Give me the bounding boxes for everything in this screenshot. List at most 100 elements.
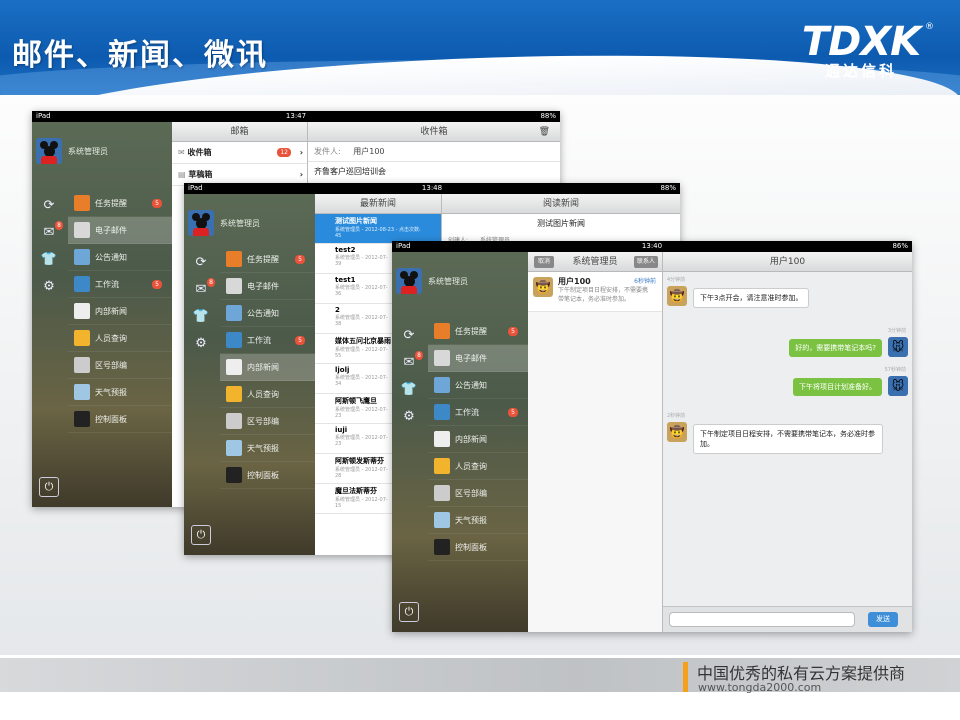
gear-icon[interactable]: ⚙ <box>184 330 218 357</box>
control-panel-icon <box>226 467 242 483</box>
sender-avatar-icon: 🤠 <box>667 422 687 442</box>
menu-item-label: 控制面板 <box>95 414 127 424</box>
battery-level: 86% <box>892 242 908 250</box>
module-menu: 任务提醒 5 电子邮件公告通知 工作流 5 内部新闻 人员查询区号部编天气预报 控制面板 <box>428 318 528 561</box>
menu-item[interactable]: 天气预报 <box>220 435 315 462</box>
menu-item-label: 区号部编 <box>455 488 487 498</box>
menu-item[interactable]: 人员查询 <box>428 453 528 480</box>
menu-item[interactable]: 任务提醒 5 <box>68 190 172 217</box>
menu-item-label: 内部新闻 <box>95 306 127 316</box>
menu-item[interactable]: 人员查询 <box>220 381 315 408</box>
user-header[interactable]: 系统管理员 <box>36 136 108 166</box>
send-button[interactable]: 发送 <box>868 612 898 627</box>
status-bar: iPad 13:40 86% <box>392 241 912 252</box>
status-time: 13:40 <box>641 242 663 250</box>
sidebar-tool-icons: ⟳ ✉ 8 👕 ⚙ <box>392 322 426 430</box>
menu-item-label: 公告通知 <box>95 252 127 262</box>
conversation-time: 6秒钟前 <box>634 278 656 285</box>
menu-item[interactable]: 电子邮件 <box>68 217 172 244</box>
sender-value: 用户100 <box>353 147 385 156</box>
message-time: 57秒钟前 <box>884 367 906 373</box>
module-menu: 任务提醒 5 电子邮件公告通知工作流 5 内部新闻 人员查询 区号部编 天气预报控制面板 <box>220 246 315 489</box>
menu-item-label: 公告通知 <box>247 308 279 318</box>
menu-item[interactable]: 内部新闻 <box>428 426 528 453</box>
news-item[interactable]: 测试图片新闻 系统管理员 - 2012-08-23 - 点击次数: 45 <box>315 214 441 244</box>
user-name: 系统管理员 <box>68 146 108 156</box>
back-button[interactable]: 取消 <box>534 256 555 268</box>
menu-item[interactable]: 区号部编 <box>428 480 528 507</box>
menu-item-label: 电子邮件 <box>95 225 127 235</box>
phone-book-icon <box>74 357 90 373</box>
message-bubble: 下午将项目计划准备好。 <box>793 378 882 396</box>
conversation-list-title: 系统管理员 <box>572 257 618 267</box>
folder-inbox[interactable]: ✉ 收件箱 12 › <box>172 142 307 164</box>
menu-item[interactable]: 电子邮件 <box>428 345 528 372</box>
news-title: 测试图片新闻 <box>335 217 377 225</box>
gear-icon[interactable]: ⚙ <box>392 403 426 430</box>
shirt-icon[interactable]: 👕 <box>392 376 426 403</box>
sidebar-tool-icons: ⟳ ✉ 8 👕 ⚙ <box>32 192 66 300</box>
menu-item[interactable]: 区号部编 <box>68 352 172 379</box>
chat-message: 3分钟前 🐭 好的，需要携带笔记本吗? <box>663 327 912 367</box>
shirt-icon[interactable]: 👕 <box>32 246 66 273</box>
menu-item[interactable]: 任务提醒 5 <box>220 246 315 273</box>
menu-item[interactable]: 工作流 5 <box>68 271 172 298</box>
menu-item[interactable]: 电子邮件 <box>220 273 315 300</box>
menu-item[interactable]: 公告通知 <box>68 244 172 271</box>
menu-item[interactable]: 工作流 5 <box>220 327 315 354</box>
ipad-chat-screen: iPad 13:40 86% 系统管理员 ⟳ ✉ 8 👕 ⚙ 任务提醒 5 电子邮件公… <box>392 241 912 632</box>
company-logo: TDXK ® 通达信科 <box>796 19 934 80</box>
refresh-icon[interactable]: ⟳ <box>32 192 66 219</box>
menu-item[interactable]: 天气预报 <box>428 507 528 534</box>
menu-item[interactable]: 内部新闻 <box>220 354 315 381</box>
menu-item[interactable]: 工作流 5 <box>428 399 528 426</box>
add-contact-button[interactable]: 联系人 <box>633 256 658 268</box>
user-header[interactable]: 系统管理员 <box>188 208 260 238</box>
read-news-title: 阅读新闻 <box>442 194 680 214</box>
logo-mark: TDXK <box>801 19 921 65</box>
inbox-title-text: 收件箱 <box>420 127 448 137</box>
chat-icon[interactable]: ✉ 8 <box>184 276 218 303</box>
menu-item-label: 电子邮件 <box>455 353 487 363</box>
power-button[interactable]: ⏻ <box>399 602 419 622</box>
news-list-title: 最新新闻 <box>315 194 441 214</box>
weather-icon <box>226 440 242 456</box>
user-avatar-icon: 🤠 <box>533 277 553 297</box>
menu-item-badge: 5 <box>152 280 162 289</box>
trash-icon[interactable]: 🗑 <box>539 122 550 142</box>
menu-item[interactable]: 区号部编 <box>220 408 315 435</box>
chat-message: 57秒钟前 🐭 下午将项目计划准备好。 <box>663 366 912 406</box>
footer-accent <box>683 662 688 692</box>
user-header[interactable]: 系统管理员 <box>396 266 468 296</box>
menu-item[interactable]: 控制面板 <box>220 462 315 489</box>
gear-icon[interactable]: ⚙ <box>32 273 66 300</box>
refresh-icon[interactable]: ⟳ <box>184 249 218 276</box>
message-time: 2秒钟前 <box>667 413 686 419</box>
news-icon <box>434 431 450 447</box>
menu-item[interactable]: 任务提醒 5 <box>428 318 528 345</box>
message-bubble: 下午制定项目日程安排，不需要携带笔记本，务必准时参加。 <box>693 424 883 454</box>
menu-item[interactable]: 天气预报 <box>68 379 172 406</box>
control-panel-icon <box>434 539 450 555</box>
menu-item[interactable]: 人员查询 <box>68 325 172 352</box>
menu-item[interactable]: 控制面板 <box>428 534 528 561</box>
chat-icon[interactable]: ✉ 8 <box>392 349 426 376</box>
menu-item-label: 控制面板 <box>247 470 279 480</box>
menu-item[interactable]: 控制面板 <box>68 406 172 433</box>
menu-item[interactable]: 公告通知 <box>428 372 528 399</box>
menu-item[interactable]: 公告通知 <box>220 300 315 327</box>
refresh-icon[interactable]: ⟳ <box>392 322 426 349</box>
mail-subject: 齐鲁客户巡回培训会 <box>314 167 386 176</box>
message-input[interactable] <box>669 612 855 627</box>
menu-item[interactable]: 内部新闻 <box>68 298 172 325</box>
power-button[interactable]: ⏻ <box>39 477 59 497</box>
self-avatar-icon: 🐭 <box>888 337 908 357</box>
conversation-item[interactable]: 🤠 用户100 6秒钟前 下午制定项目日程安排，不需要携带笔记本，务必准时参加。 <box>528 272 662 312</box>
notice-icon <box>434 377 450 393</box>
menu-item-label: 工作流 <box>95 279 119 289</box>
workflow-icon <box>226 332 242 348</box>
power-button[interactable]: ⏻ <box>191 525 211 545</box>
news-click-count: 45 <box>335 233 342 239</box>
shirt-icon[interactable]: 👕 <box>184 303 218 330</box>
chat-icon[interactable]: ✉ 8 <box>32 219 66 246</box>
